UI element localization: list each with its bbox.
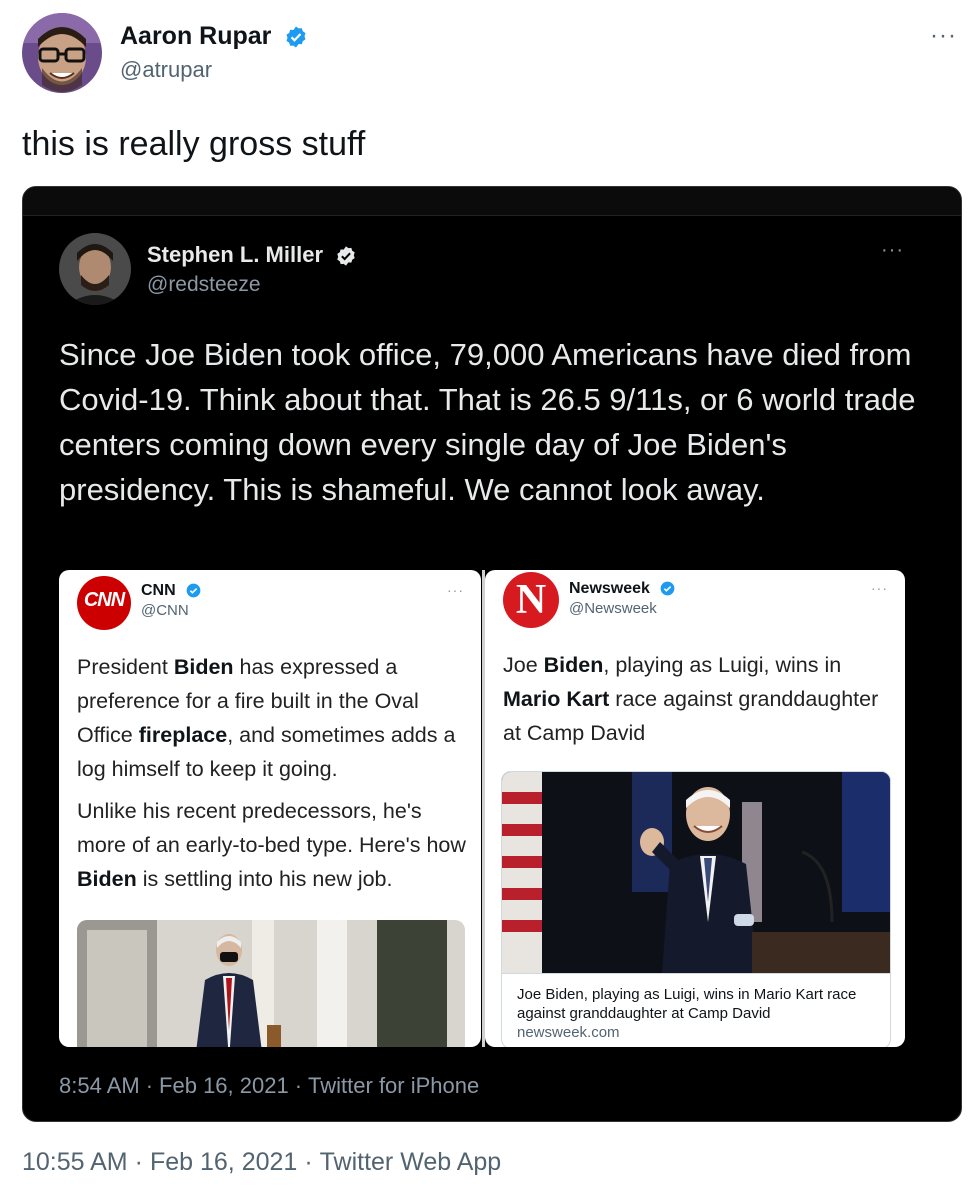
newsweek-link-title: Joe Biden, playing as Luigi, wins in Mar… — [517, 986, 857, 1022]
author-name-text: Aaron Rupar — [120, 22, 272, 50]
quoted-avatar-image — [59, 233, 131, 305]
cnn-verified-badge-icon — [186, 583, 201, 598]
text-run: is settling into his new job. — [136, 867, 393, 891]
cnn-name-text: CNN — [141, 582, 176, 599]
text-run: President — [77, 655, 174, 679]
author-avatar-image — [22, 13, 102, 93]
quoted-timestamp: 8:54 AM · Feb 16, 2021 · Twitter for iPhone — [59, 1073, 479, 1099]
tweet-time[interactable]: 10:55 AM — [22, 1148, 128, 1176]
text-run: , playing as Luigi, wins in — [603, 653, 842, 677]
attached-image[interactable]: Stephen L. Miller @redsteeze ··· Since J… — [22, 186, 962, 1122]
newsweek-name: Newsweek — [569, 580, 675, 598]
verified-badge-icon — [286, 26, 306, 48]
cnn-logo-text: CNN — [83, 589, 125, 611]
cnn-photo — [77, 920, 465, 1047]
cnn-name: CNN — [141, 582, 201, 600]
cnn-more-icon: ··· — [447, 582, 464, 598]
cnn-embedded-tweet: CNN CNN @CNN ··· President Biden has exp… — [59, 570, 481, 1047]
cnn-paragraph-1: President Biden has expressed a preferen… — [77, 650, 472, 786]
text-run-bold: Biden — [77, 867, 137, 891]
newsweek-logo-text: N — [515, 577, 547, 623]
dot-separator: · — [145, 1073, 154, 1098]
author-avatar[interactable] — [22, 13, 102, 93]
quoted-author-name: Stephen L. Miller — [147, 242, 357, 268]
cropped-top-strip — [23, 187, 961, 216]
tweet-timestamp: 10:55 AM · Feb 16, 2021 · Twitter Web App — [22, 1148, 501, 1177]
tweet-source[interactable]: Twitter Web App — [320, 1148, 502, 1176]
author-handle[interactable]: @atrupar — [120, 57, 212, 83]
text-run-bold: Mario Kart — [503, 687, 610, 711]
newsweek-handle: @Newsweek — [569, 600, 657, 617]
newsweek-embedded-tweet: N Newsweek @Newsweek ··· Joe Biden, play… — [485, 570, 905, 1047]
quoted-tweet-text: Since Joe Biden took office, 79,000 Amer… — [59, 337, 916, 507]
link-card-separator — [502, 973, 890, 974]
quoted-source: Twitter for iPhone — [308, 1073, 480, 1098]
newsweek-verified-badge-icon — [661, 581, 675, 596]
dot-separator: · — [134, 1148, 143, 1176]
newsweek-more-icon: ··· — [871, 580, 888, 596]
newsweek-logo: N — [503, 572, 559, 628]
quoted-verified-badge-icon — [337, 246, 355, 266]
dot-separator: · — [294, 1073, 303, 1098]
tweet-text: this is really gross stuff — [22, 125, 366, 163]
quoted-date: Feb 16, 2021 — [159, 1073, 289, 1098]
newsweek-link-image — [502, 772, 890, 973]
quoted-author-handle: @redsteeze — [147, 273, 261, 296]
newsweek-name-text: Newsweek — [569, 580, 650, 597]
more-options-icon[interactable]: ··· — [930, 22, 957, 50]
quoted-author-avatar — [59, 233, 131, 305]
text-run: Joe — [503, 653, 544, 677]
quoted-time: 8:54 AM — [59, 1073, 140, 1098]
cnn-photo-image — [77, 920, 465, 1047]
text-run: Unlike his recent predecessors, he's mor… — [77, 799, 466, 857]
text-run-bold: Biden — [173, 655, 234, 679]
cnn-handle: @CNN — [141, 602, 189, 619]
quoted-author-name-text: Stephen L. Miller — [147, 242, 324, 267]
newsweek-link-domain: newsweek.com — [517, 1024, 620, 1041]
cnn-paragraph-2: Unlike his recent predecessors, he's mor… — [77, 794, 472, 896]
dot-separator: · — [304, 1148, 313, 1176]
text-run-bold: Biden — [543, 653, 604, 677]
cnn-logo: CNN — [77, 576, 131, 630]
newsweek-paragraph: Joe Biden, playing as Luigi, wins in Mar… — [503, 648, 893, 750]
text-run-bold: fireplace — [138, 723, 228, 747]
author-name[interactable]: Aaron Rupar — [120, 22, 308, 51]
tweet-date[interactable]: Feb 16, 2021 — [150, 1148, 297, 1176]
quoted-more-options-icon: ··· — [881, 239, 904, 261]
